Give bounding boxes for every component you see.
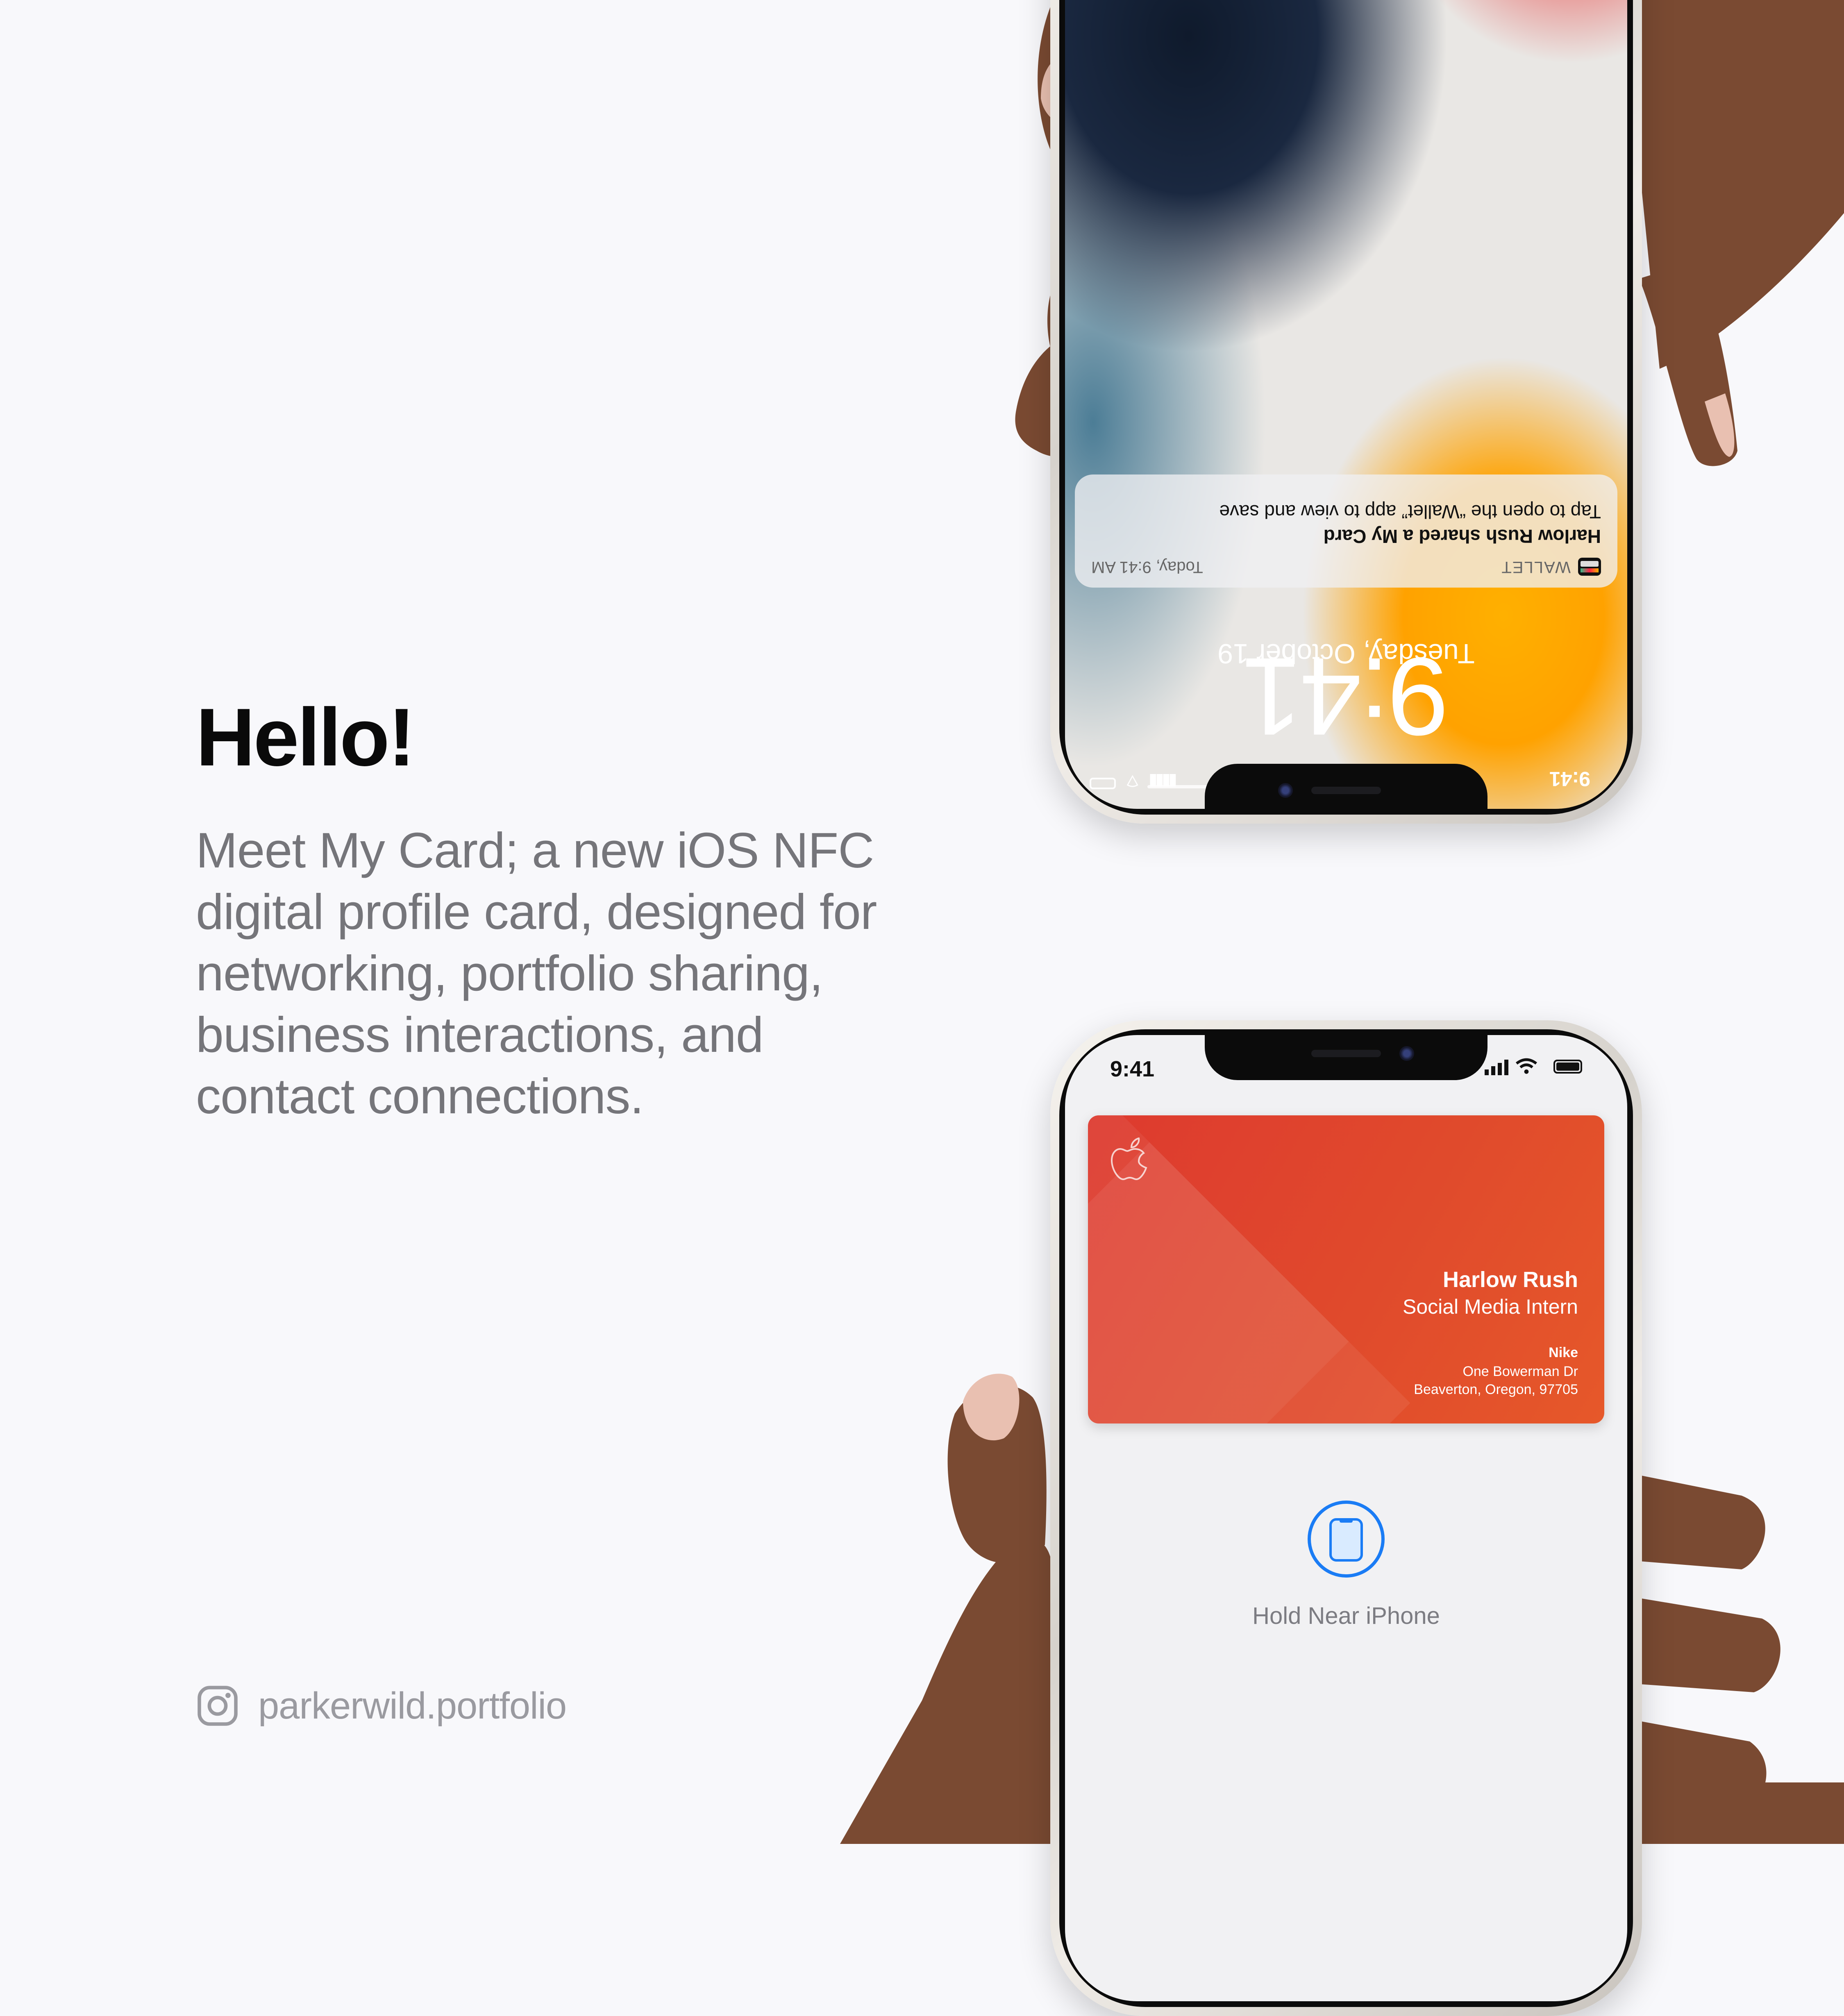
hold-near-prompt: Hold Near iPhone — [1252, 1603, 1440, 1629]
card-address-line2: Beaverton, Oregon, 97705 — [1414, 1382, 1578, 1397]
status-time: 9:41 — [1110, 1057, 1155, 1081]
lock-time: 9:41 — [1243, 635, 1449, 758]
wallet-screen: 9:41 Harlow Rush Social Media Intern Nik… — [1065, 1035, 1627, 2001]
page-heading: Hello! — [196, 692, 416, 783]
my-card[interactable]: Harlow Rush Social Media Intern Nike One… — [1088, 1115, 1604, 1423]
notification-app: WALLET — [1501, 558, 1601, 576]
lock-screen: 9:41 ⌔ ▮▮▮▮ Tuesday, October 19 9:41 WAL… — [1065, 0, 1627, 809]
card-company: Nike — [1549, 1345, 1578, 1360]
instagram-link[interactable]: parkerwild.portfolio — [196, 1684, 567, 1728]
battery-icon — [1090, 778, 1116, 789]
phone-top: 9:41 ⌔ ▮▮▮▮ Tuesday, October 19 9:41 WAL… — [1050, 0, 1642, 824]
notification-app-name: WALLET — [1501, 558, 1571, 576]
wallet-icon — [1578, 558, 1601, 576]
phone-bottom: 9:41 Harlow Rush Social Media Intern Nik… — [1050, 1020, 1642, 2016]
instagram-handle: parkerwild.portfolio — [258, 1685, 567, 1727]
notification-body: Tap to open the “Wallet” app to view and… — [1219, 501, 1601, 522]
notch — [1205, 764, 1487, 809]
apple-logo-icon — [1111, 1137, 1147, 1181]
wallet-notification[interactable]: WALLET Today, 9:41 AM Harlow Rush shared… — [1075, 474, 1617, 588]
status-time: 9:41 — [1549, 767, 1590, 790]
card-job-title: Social Media Intern — [1402, 1295, 1578, 1318]
wifi-icon: ⌔ — [1124, 771, 1141, 791]
card-name: Harlow Rush — [1442, 1267, 1578, 1292]
notification-time: Today, 9:41 AM — [1091, 558, 1203, 576]
iphone-outline-icon — [1308, 1501, 1385, 1578]
instagram-icon — [198, 1686, 238, 1726]
description-text: Meet My Card; a new iOS NFC digital prof… — [196, 822, 877, 1124]
notification-title: Harlow Rush shared a My Card — [1323, 526, 1601, 547]
card-address-line1: One Bowerman Dr — [1462, 1364, 1578, 1379]
wifi-icon — [1515, 1058, 1537, 1074]
signal-icon — [1485, 1059, 1508, 1075]
battery-icon — [1553, 1060, 1582, 1074]
notch — [1205, 1035, 1487, 1080]
